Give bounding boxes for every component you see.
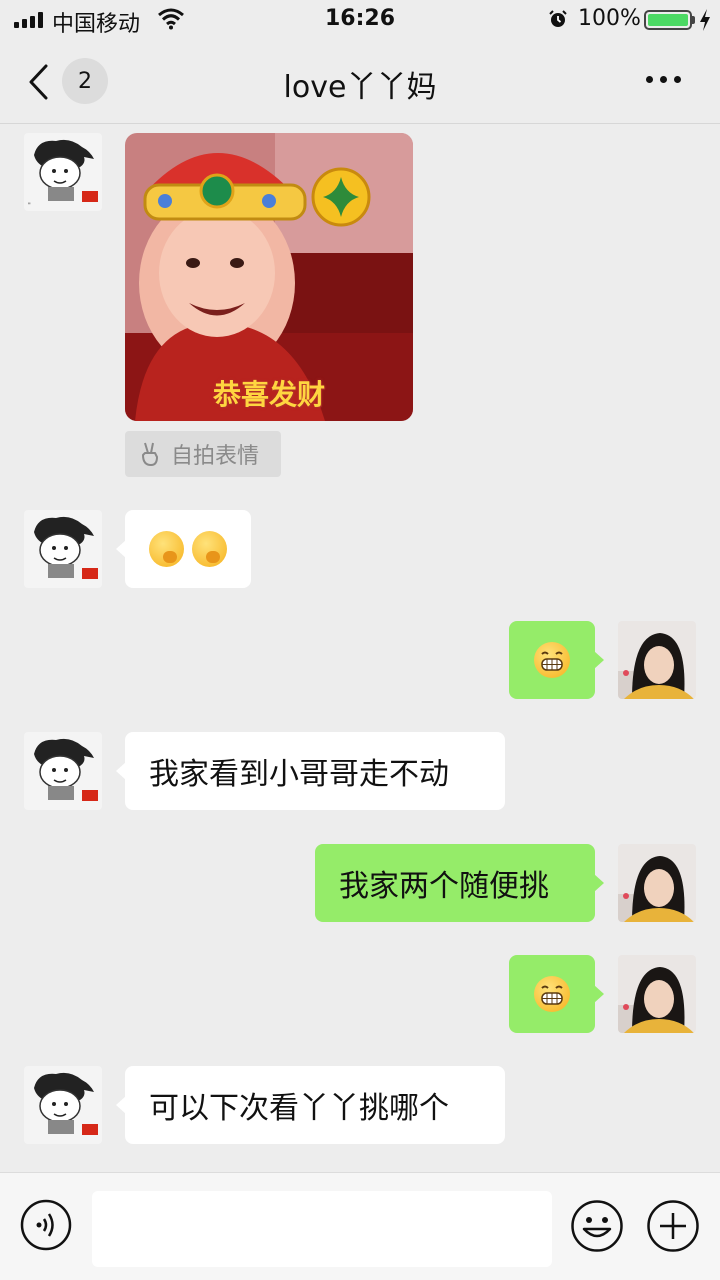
battery-percent: 100% <box>578 6 641 31</box>
alarm-icon <box>549 10 567 27</box>
voice-icon[interactable] <box>20 1199 72 1251</box>
charging-icon <box>700 9 710 31</box>
thinking-face-icon <box>149 531 184 567</box>
my-avatar[interactable] <box>618 955 696 1033</box>
selfie-sticker-tag[interactable]: 自拍表情 <box>125 431 281 477</box>
message-bubble[interactable] <box>509 621 604 699</box>
sticker-caption: 恭喜发财 <box>212 378 325 411</box>
message-input[interactable] <box>92 1191 552 1267</box>
status-bar: 中国移动 16:26 100% <box>0 0 720 40</box>
message-bubble[interactable] <box>509 955 604 1033</box>
message-bubble[interactable]: 我家看到小哥哥走不动 <box>116 732 505 810</box>
svg-text:": " <box>28 202 31 209</box>
contact-avatar[interactable] <box>24 732 102 810</box>
message-bubble[interactable] <box>116 510 251 588</box>
input-bar <box>0 1172 720 1280</box>
my-avatar[interactable] <box>618 844 696 922</box>
message-bubble[interactable]: 可以下次看丫丫挑哪个 <box>116 1066 505 1144</box>
more-dots-icon[interactable] <box>646 76 681 83</box>
plus-icon[interactable] <box>646 1199 700 1253</box>
grinning-face-icon <box>534 976 570 1012</box>
battery-tip <box>692 16 695 24</box>
sticker-image[interactable]: 恭喜发财 <box>125 133 413 421</box>
chat-header: 2 love丫丫妈 <box>0 40 720 124</box>
contact-avatar[interactable] <box>24 510 102 588</box>
battery-icon <box>644 10 692 30</box>
grinning-face-icon <box>534 642 570 678</box>
selfie-sticker-label: 自拍表情 <box>171 444 260 469</box>
contact-avatar[interactable] <box>24 1066 102 1144</box>
thinking-face-icon <box>192 531 227 567</box>
emoji-icon[interactable] <box>570 1199 624 1253</box>
contact-avatar[interactable]: " <box>24 133 102 211</box>
chat-title: love丫丫妈 <box>283 70 437 105</box>
peace-hand-icon <box>142 442 158 466</box>
my-avatar[interactable] <box>618 621 696 699</box>
message-bubble[interactable]: 我家两个随便挑 <box>315 844 604 922</box>
